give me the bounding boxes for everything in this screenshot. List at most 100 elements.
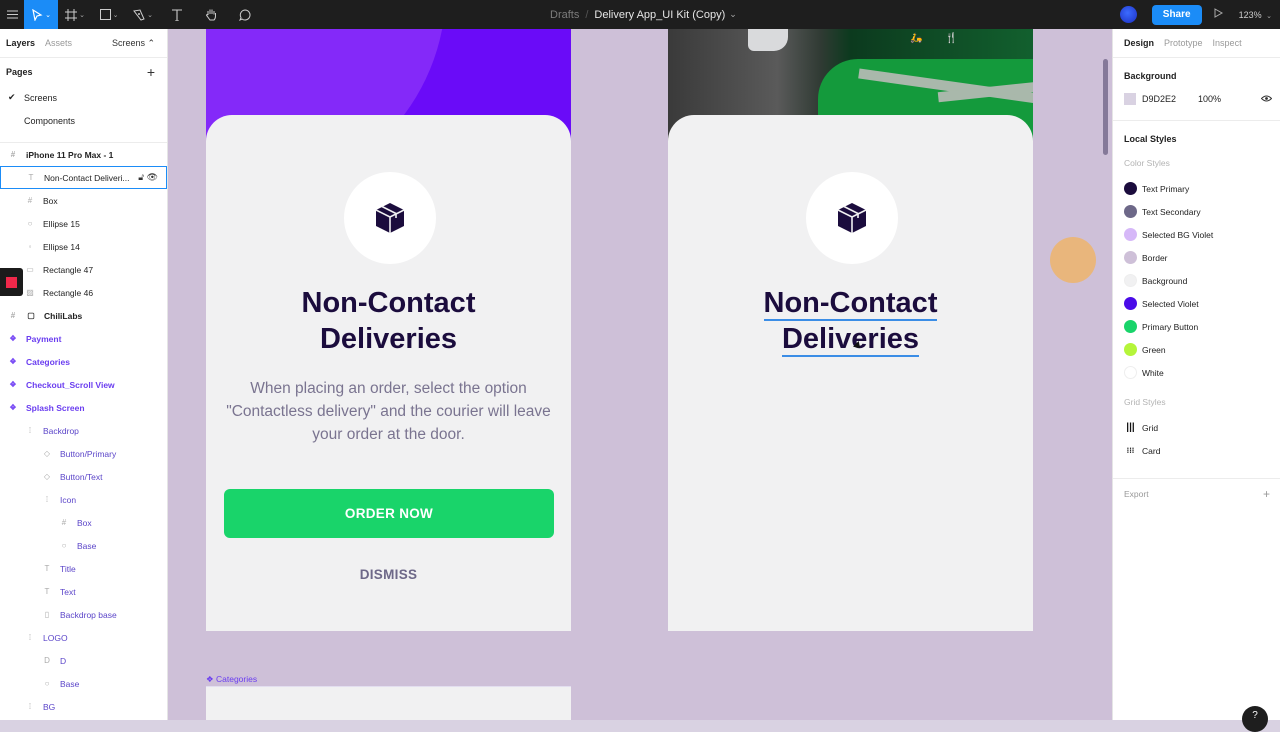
tab-inspect[interactable]: Inspect xyxy=(1213,38,1242,48)
layer-item[interactable]: ❖ Splash Screen xyxy=(0,396,167,419)
frame-tool-button[interactable]: ⌄ xyxy=(58,0,92,29)
icon-base-circle xyxy=(344,172,436,264)
file-menu-chevron-icon[interactable]: ⌄ xyxy=(729,9,737,20)
orange-ellipse[interactable] xyxy=(1050,237,1096,283)
layer-item[interactable]: # Box xyxy=(0,511,167,534)
selected-title-text[interactable]: Non-Contact Deliveries xyxy=(668,285,1033,357)
color-style-label: White xyxy=(1142,367,1164,378)
page-selector[interactable]: Screens ⌃ xyxy=(112,38,155,49)
chevron-down-icon: ⌄ xyxy=(112,11,119,19)
canvas-vertical-scrollbar[interactable] xyxy=(1103,59,1108,155)
layer-item[interactable]: ▯ Backdrop base xyxy=(0,603,167,626)
color-style-item[interactable]: Text Secondary xyxy=(1113,200,1280,223)
layer-label: D xyxy=(60,655,67,666)
layer-item[interactable]: ⁞ Backdrop xyxy=(0,419,167,442)
page-item-screens[interactable]: ✔ Screens xyxy=(0,86,167,109)
comment-tool-button[interactable] xyxy=(228,0,262,29)
screen-frame-splash[interactable]: Non-Contact Deliveries When placing an o… xyxy=(206,29,571,631)
background-hex-input[interactable]: D9D2E2 xyxy=(1142,94,1176,104)
toolbar-right: Share 123% ⌄ xyxy=(1119,0,1280,29)
visibility-eye-icon[interactable] xyxy=(1260,94,1273,104)
layer-item[interactable]: DD xyxy=(0,649,167,672)
layer-item[interactable]: ▭ Rectangle 47 xyxy=(0,258,167,281)
grid-style-label: Card xyxy=(1142,445,1161,456)
layer-component-icon: ❖ xyxy=(9,380,17,389)
layer-item[interactable]: ○ Base xyxy=(0,672,167,695)
color-style-item[interactable]: Selected Violet xyxy=(1113,292,1280,315)
add-export-plus-icon[interactable]: + xyxy=(1263,487,1270,501)
dots-grid-icon: ⁝⁝⁝ xyxy=(1126,446,1135,455)
frame-label-categories[interactable]: ❖ Categories xyxy=(206,674,257,685)
layer-item[interactable]: ○ Ellipse 15 xyxy=(0,212,167,235)
add-page-plus-icon[interactable]: + xyxy=(147,64,155,80)
tab-assets[interactable]: Assets xyxy=(45,38,72,48)
export-title: Export xyxy=(1124,488,1149,499)
grid-style-card[interactable]: ⁝⁝⁝ Card xyxy=(1113,439,1280,462)
tab-prototype[interactable]: Prototype xyxy=(1164,38,1203,48)
layer-item[interactable]: ◇ Button/Primary xyxy=(0,442,167,465)
tab-layers[interactable]: Layers xyxy=(6,38,35,48)
layer-item[interactable]: ❖ Checkout_Scroll View xyxy=(0,373,167,396)
rectangle-icon xyxy=(99,9,111,20)
chevron-down-icon: ⌄ xyxy=(147,11,153,19)
color-style-item[interactable]: Background xyxy=(1113,269,1280,292)
layer-item[interactable]: ❖ Categories xyxy=(0,350,167,373)
layer-item[interactable]: ▨ Rectangle 46 xyxy=(0,281,167,304)
dismiss-button[interactable]: DISMISS xyxy=(206,567,571,582)
layer-item[interactable]: ◇ Button/Text xyxy=(0,465,167,488)
color-style-item[interactable]: White xyxy=(1113,361,1280,384)
file-name[interactable]: Delivery App_UI Kit (Copy) xyxy=(594,9,725,21)
text-tool-button[interactable] xyxy=(160,0,194,29)
user-avatar[interactable] xyxy=(1119,6,1137,23)
layer-item[interactable]: T Text xyxy=(0,580,167,603)
color-style-item[interactable]: Primary Button xyxy=(1113,315,1280,338)
move-tool-button[interactable]: ⌄ xyxy=(24,0,58,29)
layer-item[interactable]: T Non-Contact Deliveri... 🔓︎ 👁︎ xyxy=(0,166,167,189)
title-line-2: Deliveries xyxy=(781,323,920,357)
layer-item[interactable]: T Title xyxy=(0,557,167,580)
color-style-item[interactable]: Green xyxy=(1113,338,1280,361)
hand-tool-button[interactable] xyxy=(194,0,228,29)
pen-tool-button[interactable]: ⌄ xyxy=(126,0,160,29)
order-now-button[interactable]: ORDER NOW xyxy=(224,489,554,538)
layer-item[interactable]: ◦ Ellipse 14 xyxy=(0,235,167,258)
color-style-item[interactable]: Text Primary xyxy=(1113,177,1280,200)
unlock-icon[interactable]: 🔓︎ xyxy=(138,172,144,182)
layer-instance-icon: ⁞ xyxy=(28,426,32,435)
layer-item[interactable]: # iPhone 11 Pro Max - 1 xyxy=(0,143,167,166)
grid-style-grid[interactable]: ||| Grid xyxy=(1113,416,1280,439)
background-opacity-input[interactable]: 100% xyxy=(1198,94,1221,104)
layer-item[interactable]: ❖ Payment xyxy=(0,327,167,350)
screen-frame-iphone-11-pro-max-1[interactable]: 🛵 🍴 Non-Contact Deliveries xyxy=(668,29,1033,631)
help-button[interactable]: ? xyxy=(1242,706,1268,732)
visibility-eye-icon[interactable]: 👁︎ xyxy=(147,172,158,182)
color-style-item[interactable]: Border xyxy=(1113,246,1280,269)
layer-label: Checkout_Scroll View xyxy=(26,379,115,390)
layer-item[interactable]: ⁞ BG xyxy=(0,695,167,718)
page-item-components[interactable]: Components xyxy=(0,109,167,132)
layer-item[interactable]: ⁞ LOGO xyxy=(0,626,167,649)
color-swatch xyxy=(1124,205,1137,218)
shape-tool-button[interactable]: ⌄ xyxy=(92,0,126,29)
background-color-swatch[interactable] xyxy=(1124,93,1136,105)
layer-instance-icon: # xyxy=(61,518,67,527)
breadcrumb-drafts[interactable]: Drafts xyxy=(550,9,579,21)
color-style-item[interactable]: Selected BG Violet xyxy=(1113,223,1280,246)
tab-design[interactable]: Design xyxy=(1124,38,1154,48)
layer-instance-icon: T xyxy=(44,564,50,573)
screen-frame-categories[interactable] xyxy=(206,686,571,720)
share-button[interactable]: Share xyxy=(1151,4,1202,25)
zoom-level-dropdown[interactable]: 123% ⌄ xyxy=(1239,10,1272,20)
design-canvas[interactable]: Non-Contact Deliveries When placing an o… xyxy=(168,29,1112,720)
present-play-icon[interactable] xyxy=(1214,8,1223,21)
layer-item[interactable]: ○ Base xyxy=(0,534,167,557)
layer-frame-icon: # xyxy=(27,196,33,205)
layer-item[interactable]: # Box xyxy=(0,189,167,212)
layer-instance-icon: ○ xyxy=(61,541,67,550)
layer-item[interactable]: ⁞ Icon xyxy=(0,488,167,511)
layer-label: Box xyxy=(77,517,92,528)
layer-label: Splash Screen xyxy=(26,402,85,413)
color-picker-swatch[interactable] xyxy=(0,268,23,296)
layer-item[interactable]: # ▢ ChiliLabs xyxy=(0,304,167,327)
main-menu-button[interactable] xyxy=(0,0,24,29)
